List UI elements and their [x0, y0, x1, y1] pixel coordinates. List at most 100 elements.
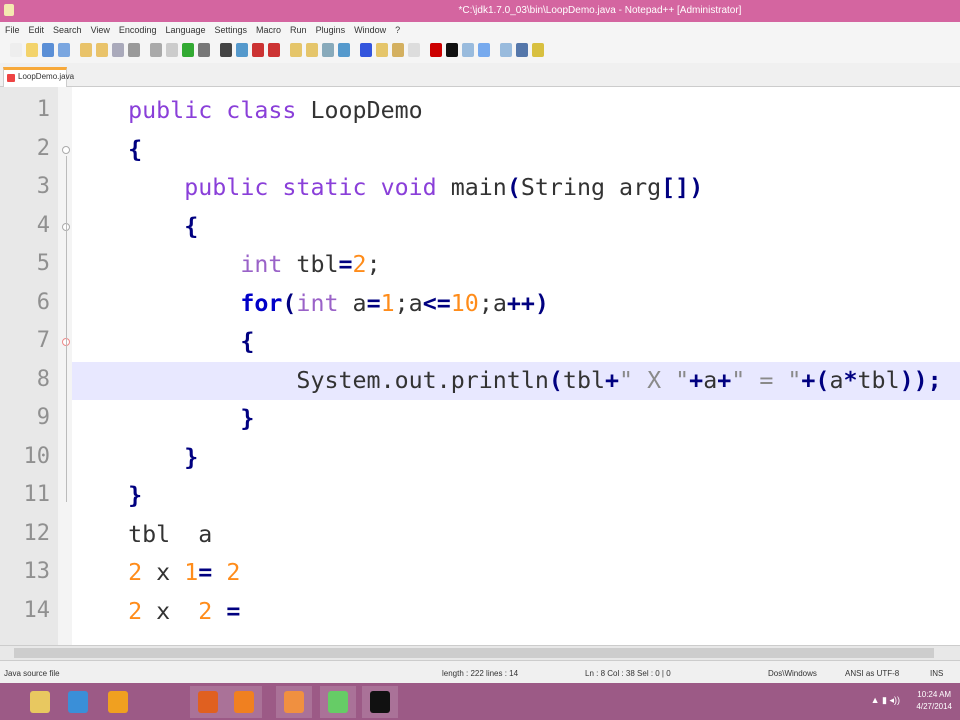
toolbar-button-icon[interactable] — [96, 43, 108, 57]
taskbar-file-explorer[interactable] — [22, 686, 58, 718]
toolbar-button-icon[interactable] — [220, 43, 232, 57]
toolbar-button-icon[interactable] — [360, 43, 372, 57]
line-number: 4 — [36, 212, 50, 238]
code-token: } — [184, 443, 199, 471]
fold-toggle-icon[interactable] — [62, 145, 70, 154]
clock-date: 4/27/2014 — [916, 702, 952, 711]
status-bar: Java source file length : 222 lines : 14… — [0, 660, 960, 683]
toolbar-button-icon[interactable] — [128, 43, 140, 57]
code-token: ;a — [394, 289, 423, 317]
taskbar-internet-explorer[interactable] — [60, 686, 96, 718]
line-number: 6 — [36, 289, 50, 315]
toolbar-button-icon[interactable] — [478, 43, 490, 57]
taskbar-xampp[interactable] — [276, 686, 312, 718]
menu-view[interactable]: View — [91, 25, 110, 39]
menu-window[interactable]: Window — [354, 25, 386, 39]
taskbar-vlc[interactable] — [226, 686, 262, 718]
taskbar-notepad-plus-plus[interactable] — [320, 686, 356, 718]
toolbar-button-icon[interactable] — [306, 43, 318, 57]
code-token: []) — [661, 174, 704, 201]
menu-help[interactable]: ? — [395, 25, 400, 39]
taskbar-command-prompt[interactable] — [362, 686, 398, 718]
code-token: 2 — [198, 597, 213, 625]
code-line[interactable]: { — [72, 131, 960, 169]
code-token: 2 — [352, 251, 367, 278]
code-token: " = " — [731, 366, 802, 394]
code-line[interactable]: { — [72, 323, 960, 361]
code-editor[interactable]: 1 2 3 4 5 6 7 8 9 10 11 12 13 14 public class LoopDem… — [0, 87, 960, 645]
code-token: x — [142, 559, 185, 586]
toolbar-button-icon[interactable] — [516, 43, 528, 57]
code-token: LoopDemo — [296, 97, 423, 124]
code-line[interactable]: } — [72, 477, 960, 515]
toolbar-button-icon[interactable] — [198, 43, 210, 57]
toolbar-button-icon[interactable] — [42, 43, 54, 57]
code-line[interactable]: 2 x 2 = — [72, 593, 960, 631]
menu-edit[interactable]: Edit — [29, 25, 45, 39]
code-line[interactable]: for(int a=1;a<=10;a++) — [72, 285, 960, 323]
clock[interactable]: 10:24 AM 4/27/2014 — [916, 689, 952, 713]
toolbar-button-icon[interactable] — [290, 43, 302, 57]
toolbar-button-icon[interactable] — [532, 43, 544, 57]
toolbar-button-icon[interactable] — [166, 43, 178, 57]
toolbar-button-icon[interactable] — [338, 43, 350, 57]
toolbar-button-icon[interactable] — [462, 43, 474, 57]
menu-macro[interactable]: Macro — [256, 25, 281, 39]
code-line[interactable]: tbl a — [72, 516, 960, 554]
toolbar-button-icon[interactable] — [252, 43, 264, 57]
toolbar-button-icon[interactable] — [58, 43, 70, 57]
toolbar-button-icon[interactable] — [268, 43, 280, 57]
code-line[interactable]: public static void main(String arg[]) — [72, 169, 960, 207]
toolbar-button-icon[interactable] — [112, 43, 124, 57]
taskbar: ▲ ▮ ◂)) 10:24 AM 4/27/2014 — [0, 683, 960, 720]
toolbar-button-icon[interactable] — [10, 43, 22, 57]
menu-search[interactable]: Search — [53, 25, 82, 39]
code-token: x — [142, 597, 199, 625]
scrollbar-thumb[interactable] — [14, 648, 934, 658]
toolbar-button-icon[interactable] — [150, 43, 162, 57]
menu-run[interactable]: Run — [290, 25, 307, 39]
toolbar-button-icon[interactable] — [376, 43, 388, 57]
taskbar-firefox[interactable] — [190, 686, 226, 718]
toolbar-button-icon[interactable] — [322, 43, 334, 57]
code-line[interactable]: System.out.println(tbl+" X "+a+" = "+(a*… — [72, 361, 960, 400]
horizontal-scrollbar[interactable] — [0, 645, 960, 660]
menu-plugins[interactable]: Plugins — [316, 25, 346, 39]
toolbar-button-icon[interactable] — [500, 43, 512, 57]
toolbar-button-icon[interactable] — [430, 43, 442, 57]
mcafee-icon — [108, 691, 128, 713]
line-number: 8 — [36, 366, 50, 392]
menu-file[interactable]: File — [5, 25, 20, 39]
status-length: length : 222 lines : 14 — [442, 669, 519, 678]
toolbar-button-icon[interactable] — [408, 43, 420, 57]
code-line[interactable]: public class LoopDemo — [72, 92, 960, 130]
menu-encoding[interactable]: Encoding — [119, 25, 157, 39]
code-token: String arg — [520, 174, 662, 201]
toolbar-button-icon[interactable] — [446, 43, 458, 57]
code-line[interactable]: 2 x 1= 2 — [72, 554, 960, 592]
line-number: 1 — [36, 97, 50, 122]
status-file-type: Java source file — [4, 669, 60, 678]
toolbar-button-icon[interactable] — [236, 43, 248, 57]
menu-settings[interactable]: Settings — [215, 25, 248, 39]
taskbar-mcafee[interactable] — [100, 686, 136, 718]
menu-language[interactable]: Language — [165, 25, 205, 39]
fold-margin[interactable] — [58, 87, 72, 645]
notepad-plus-plus-icon — [328, 691, 348, 713]
code-line[interactable]: } — [72, 400, 960, 438]
fold-line — [66, 155, 67, 502]
toolbar-button-icon[interactable] — [26, 43, 38, 57]
system-tray[interactable]: ▲ ▮ ◂)) — [871, 695, 900, 706]
tab-loopdemo-java[interactable]: LoopDemo.java — [3, 67, 74, 87]
line-number: 11 — [23, 482, 51, 507]
code-token: } — [240, 405, 255, 432]
code-line[interactable]: { — [72, 208, 960, 246]
code-line[interactable]: } — [72, 439, 960, 477]
toolbar-button-icon[interactable] — [80, 43, 92, 57]
toolbar-button-icon[interactable] — [392, 43, 404, 57]
code-line[interactable]: int tbl=2; — [72, 246, 960, 284]
toolbar-button-icon[interactable] — [182, 43, 194, 57]
